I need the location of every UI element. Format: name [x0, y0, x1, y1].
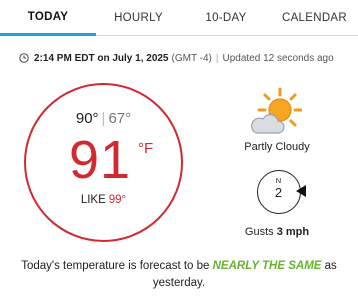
- temp-unit: °F: [138, 140, 154, 157]
- tab-hourly[interactable]: HOURLY: [96, 0, 181, 36]
- wind-direction: N: [275, 176, 282, 185]
- feels-like: LIKE 99°: [26, 194, 181, 206]
- tab-today[interactable]: TODAY: [0, 0, 96, 36]
- meta-separator: |: [215, 52, 219, 64]
- tab-bar: TODAY HOURLY 10-DAY CALENDAR: [0, 0, 358, 36]
- feels-like-value: 99°: [108, 194, 127, 206]
- gusts-label: Gusts: [244, 226, 274, 238]
- current-temperature-ring: 90° | 67° 91 °F LIKE 99°: [24, 83, 183, 242]
- high-temp: 90°: [75, 110, 99, 127]
- tab-calendar[interactable]: CALENDAR: [271, 0, 358, 36]
- observation-meta: 2:14 PM EDT on July 1, 2025 (GMT -4) | U…: [19, 51, 334, 65]
- gusts-value: 3 mph: [276, 226, 310, 238]
- updated-text: Updated 12 seconds ago: [222, 52, 334, 64]
- wind-gusts: Gusts 3 mph: [226, 226, 328, 238]
- tab-10-day[interactable]: 10-DAY: [181, 0, 271, 36]
- wind-direction-arrow-icon: [296, 185, 306, 197]
- wind-speed: 2: [274, 185, 283, 200]
- feels-like-label: LIKE: [80, 194, 106, 206]
- wind-compass: N 2: [257, 170, 306, 214]
- current-temp: 91: [69, 130, 132, 190]
- forecast-highlight: NEARLY THE SAME: [212, 260, 322, 272]
- high-low-divider: |: [101, 110, 106, 127]
- high-low: 90° | 67°: [26, 110, 181, 127]
- clock-icon: [19, 53, 29, 63]
- low-temp: 67°: [108, 110, 132, 127]
- forecast-summary: Today's temperature is forecast to be NE…: [20, 258, 338, 292]
- forecast-text-before: Today's temperature is forecast to be: [21, 260, 213, 272]
- partly-cloudy-icon: [251, 87, 302, 134]
- condition-label: Partly Cloudy: [244, 141, 310, 153]
- observation-time: 2:14 PM EDT on July 1, 2025: [34, 52, 169, 64]
- timezone-offset: (GMT -4): [171, 52, 212, 64]
